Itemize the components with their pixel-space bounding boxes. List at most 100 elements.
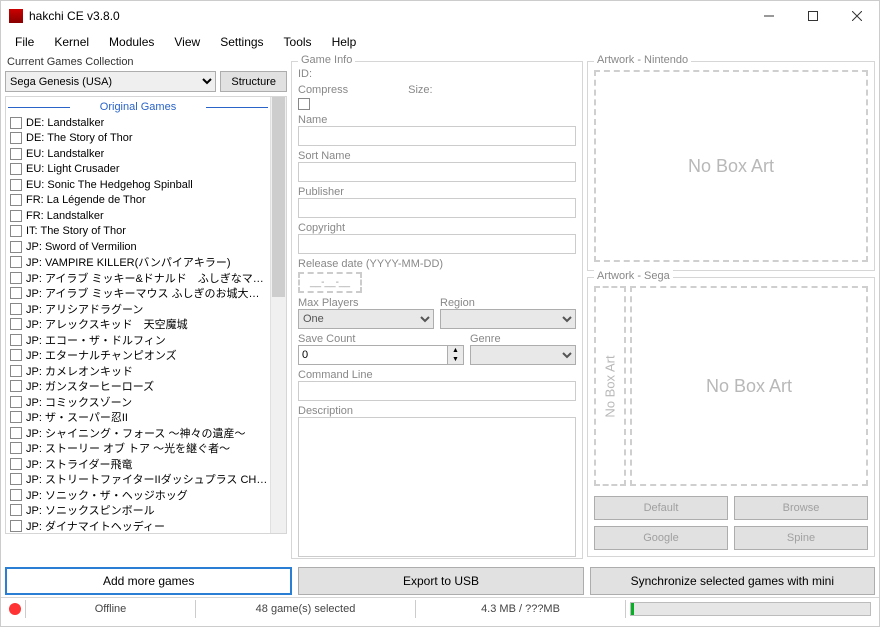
game-item[interactable]: JP: エコー・ザ・ドルフィン	[6, 332, 270, 348]
game-item[interactable]: JP: アイラブ ミッキー&ドナルド ふしぎなマジックボッ...	[6, 270, 270, 286]
game-checkbox[interactable]	[10, 318, 22, 330]
game-item[interactable]: JP: ストリートファイターIIダッシュプラス CHAMPION E...	[6, 472, 270, 488]
default-art-button[interactable]: Default	[594, 496, 728, 520]
close-button[interactable]	[835, 1, 879, 31]
maxplayers-select[interactable]: One	[298, 309, 434, 329]
game-checkbox[interactable]	[10, 411, 22, 423]
collection-select[interactable]: Sega Genesis (USA)	[5, 71, 216, 92]
game-checkbox[interactable]	[10, 148, 22, 160]
game-item[interactable]: JP: シャイニング・フォース ～神々の遺産～	[6, 425, 270, 441]
game-item[interactable]: JP: Sword of Vermilion	[6, 239, 270, 255]
game-checkbox[interactable]	[10, 489, 22, 501]
game-checkbox[interactable]	[10, 225, 22, 237]
game-checkbox[interactable]	[10, 272, 22, 284]
savecount-input[interactable]	[298, 345, 448, 365]
nintendo-art-placeholder[interactable]: No Box Art	[594, 70, 868, 262]
menu-tools[interactable]: Tools	[274, 32, 322, 52]
savecount-spinner[interactable]: ▲▼	[298, 345, 464, 365]
game-item[interactable]: JP: ソニック・ザ・ヘッジホッグ	[6, 487, 270, 503]
game-checkbox[interactable]	[10, 520, 22, 532]
game-item[interactable]: FR: La Légende de Thor	[6, 193, 270, 209]
sega-art-placeholder[interactable]: No Box Art	[630, 286, 868, 486]
game-item[interactable]: DE: The Story of Thor	[6, 131, 270, 147]
game-checkbox[interactable]	[10, 303, 22, 315]
game-checkbox[interactable]	[10, 458, 22, 470]
game-item[interactable]: JP: ザ・スーパー忍II	[6, 410, 270, 426]
scrollbar[interactable]	[270, 97, 286, 533]
game-item[interactable]: JP: ガンスターヒーローズ	[6, 379, 270, 395]
game-item[interactable]: EU: Sonic The Hedgehog Spinball	[6, 177, 270, 193]
game-checkbox[interactable]	[10, 241, 22, 253]
publisher-input[interactable]	[298, 198, 576, 218]
game-checkbox[interactable]	[10, 380, 22, 392]
status-size: 4.3 MB / ???MB	[415, 600, 625, 618]
google-art-button[interactable]: Google	[594, 526, 728, 550]
game-item[interactable]: JP: ダイナマイトヘッディー	[6, 518, 270, 533]
game-checkbox[interactable]	[10, 256, 22, 268]
maximize-button[interactable]	[791, 1, 835, 31]
game-checkbox[interactable]	[10, 179, 22, 191]
game-checkbox[interactable]	[10, 287, 22, 299]
game-label: JP: ソニックスピンボール	[26, 503, 155, 519]
game-item[interactable]: FR: Landstalker	[6, 208, 270, 224]
game-checkbox[interactable]	[10, 194, 22, 206]
game-checkbox[interactable]	[10, 504, 22, 516]
games-list-header: Original Games	[6, 101, 270, 113]
game-checkbox[interactable]	[10, 117, 22, 129]
game-checkbox[interactable]	[10, 163, 22, 175]
game-item[interactable]: JP: ストライダー飛竜	[6, 456, 270, 472]
minimize-button[interactable]	[747, 1, 791, 31]
sega-spine-placeholder[interactable]: No Box Art	[594, 286, 626, 486]
region-select[interactable]	[440, 309, 576, 329]
game-item[interactable]: JP: VAMPIRE KILLER(バンパイアキラー)	[6, 255, 270, 271]
game-item[interactable]: EU: Landstalker	[6, 146, 270, 162]
game-checkbox[interactable]	[10, 132, 22, 144]
browse-art-button[interactable]: Browse	[734, 496, 868, 520]
structure-button[interactable]: Structure	[220, 71, 287, 92]
menu-file[interactable]: File	[5, 32, 44, 52]
bottom-action-bar: Add more games Export to USB Synchronize…	[5, 567, 875, 595]
sortname-input[interactable]	[298, 162, 576, 182]
spine-art-button[interactable]: Spine	[734, 526, 868, 550]
menu-view[interactable]: View	[164, 32, 210, 52]
app-icon	[9, 9, 23, 23]
game-item[interactable]: IT: The Story of Thor	[6, 224, 270, 240]
name-input[interactable]	[298, 126, 576, 146]
game-item[interactable]: JP: コミックスゾーン	[6, 394, 270, 410]
copyright-input[interactable]	[298, 234, 576, 254]
game-checkbox[interactable]	[10, 427, 22, 439]
games-list-box: Original Games DE: LandstalkerDE: The St…	[5, 96, 287, 534]
game-item[interactable]: JP: カメレオンキッド	[6, 363, 270, 379]
compress-checkbox[interactable]	[298, 98, 310, 110]
release-input[interactable]: __-__-__	[298, 272, 362, 293]
game-checkbox[interactable]	[10, 442, 22, 454]
game-checkbox[interactable]	[10, 473, 22, 485]
menu-settings[interactable]: Settings	[210, 32, 273, 52]
game-item[interactable]: EU: Light Crusader	[6, 162, 270, 178]
game-item[interactable]: JP: ストーリー オブ トア ～光を継ぐ者～	[6, 441, 270, 457]
sync-button[interactable]: Synchronize selected games with mini	[590, 567, 875, 595]
game-checkbox[interactable]	[10, 396, 22, 408]
game-label: JP: コミックスゾーン	[26, 394, 132, 410]
game-item[interactable]: JP: エターナルチャンピオンズ	[6, 348, 270, 364]
artwork-sega-title: Artwork - Sega	[594, 270, 673, 282]
game-checkbox[interactable]	[10, 334, 22, 346]
menu-kernel[interactable]: Kernel	[44, 32, 99, 52]
add-games-button[interactable]: Add more games	[5, 567, 292, 595]
game-item[interactable]: JP: アレックスキッド 天空魔城	[6, 317, 270, 333]
menu-modules[interactable]: Modules	[99, 32, 164, 52]
export-usb-button[interactable]: Export to USB	[298, 567, 583, 595]
game-checkbox[interactable]	[10, 349, 22, 361]
game-checkbox[interactable]	[10, 365, 22, 377]
game-item[interactable]: JP: ソニックスピンボール	[6, 503, 270, 519]
game-item[interactable]: DE: Landstalker	[6, 115, 270, 131]
game-item[interactable]: JP: アリシアドラグーン	[6, 301, 270, 317]
game-label: JP: カメレオンキッド	[26, 363, 133, 379]
game-checkbox[interactable]	[10, 210, 22, 222]
cmdline-input[interactable]	[298, 381, 576, 401]
game-item[interactable]: JP: アイラブ ミッキーマウス ふしぎのお城大冒険	[6, 286, 270, 302]
name-label: Name	[298, 114, 576, 126]
genre-select[interactable]	[470, 345, 576, 365]
menu-help[interactable]: Help	[322, 32, 367, 52]
description-input[interactable]	[298, 417, 576, 557]
